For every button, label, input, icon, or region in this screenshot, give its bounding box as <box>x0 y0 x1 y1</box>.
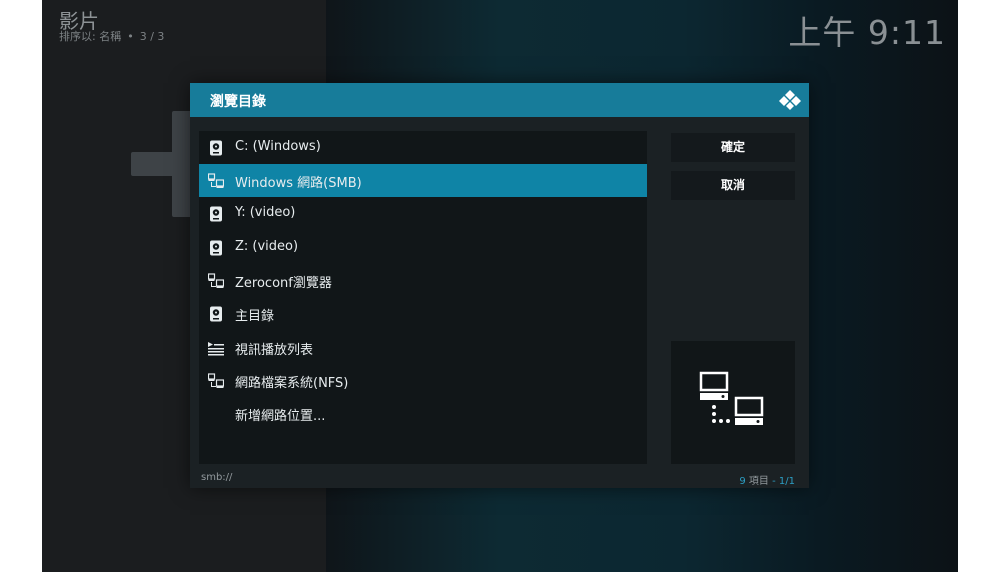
browse-directory-dialog: 瀏覽目錄 C: (Windows) Windows 網路(SMB) Y: (vi… <box>190 83 809 488</box>
cancel-button[interactable]: 取消 <box>671 171 795 200</box>
list-item-label: Z: (video) <box>235 239 299 254</box>
network-large-icon <box>699 371 764 425</box>
hard-drive-icon <box>210 240 222 256</box>
hard-drive-icon <box>210 306 222 322</box>
directory-list: C: (Windows) Windows 網路(SMB) Y: (video) <box>199 131 647 464</box>
current-path: smb:// <box>201 472 233 483</box>
ok-button[interactable]: 確定 <box>671 133 795 162</box>
item-count-info: 9 項目 - 1/1 <box>739 472 795 487</box>
list-item-label: Windows 網路(SMB) <box>235 176 362 191</box>
dialog-title: 瀏覽目錄 <box>210 94 266 110</box>
hard-drive-icon <box>210 140 222 156</box>
list-item-c-windows[interactable]: C: (Windows) <box>199 131 647 164</box>
clock: 上午 9:11 <box>788 13 946 52</box>
dialog-header: 瀏覽目錄 <box>190 83 809 117</box>
network-icon <box>208 373 224 388</box>
network-icon <box>208 173 224 188</box>
list-item-home-directory[interactable]: 主目錄 <box>199 297 647 330</box>
page-position: 3 / 3 <box>139 30 165 43</box>
list-item-label: 視訊播放列表 <box>235 343 314 358</box>
list-item-add-network-location[interactable]: 新增網路位置... <box>199 397 647 430</box>
playlist-icon <box>208 342 224 356</box>
kodi-logo-icon <box>779 90 801 110</box>
list-item-windows-network-smb[interactable]: Windows 網路(SMB) <box>199 164 647 197</box>
separator-dot: • <box>127 30 134 43</box>
network-icon <box>208 273 224 288</box>
list-item-label: 主目錄 <box>235 309 275 324</box>
item-word: 項目 <box>748 476 769 487</box>
page-indicator: 1/1 <box>778 476 795 487</box>
list-item-video-playlists[interactable]: 視訊播放列表 <box>199 331 647 364</box>
hard-drive-icon <box>210 206 222 222</box>
list-item-y-video[interactable]: Y: (video) <box>199 197 647 230</box>
list-item-label: 網路檔案系統(NFS) <box>235 376 349 391</box>
preview-panel <box>671 341 795 464</box>
list-item-label: Zeroconf瀏覽器 <box>235 276 332 291</box>
list-item-nfs[interactable]: 網路檔案系統(NFS) <box>199 364 647 397</box>
list-item-label: 新增網路位置... <box>235 409 326 424</box>
list-item-label: Y: (video) <box>235 205 296 220</box>
sort-info: 排序以: 名稱 • 3 / 3 <box>59 28 164 44</box>
item-count: 9 <box>739 476 746 487</box>
list-item-zeroconf-browser[interactable]: Zeroconf瀏覽器 <box>199 264 647 297</box>
sort-label: 排序以: 名稱 <box>59 30 122 43</box>
list-item-label: C: (Windows) <box>235 139 321 154</box>
count-separator: - <box>772 476 776 487</box>
list-item-z-video[interactable]: Z: (video) <box>199 231 647 264</box>
